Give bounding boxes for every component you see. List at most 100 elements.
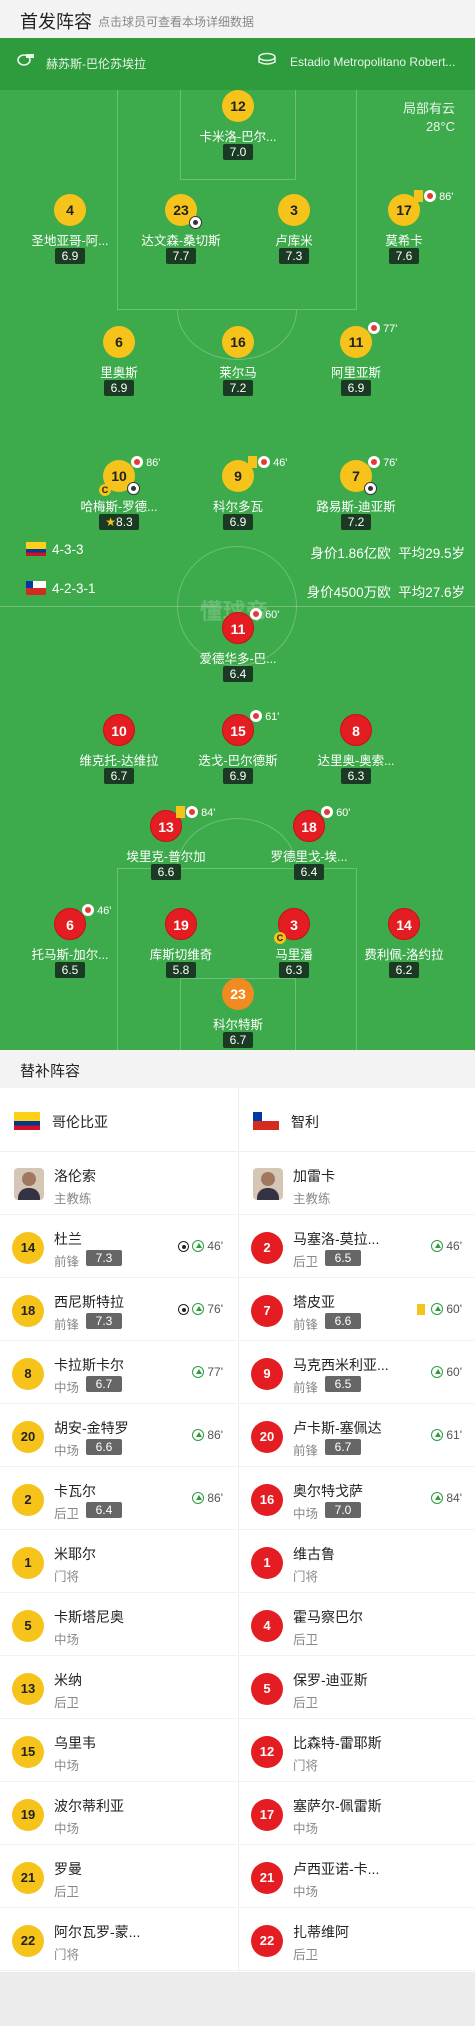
sub-number: 16: [251, 1484, 283, 1516]
home-sub-row[interactable]: 14 杜兰 前锋 7.3 46': [0, 1215, 237, 1278]
player-home-mid[interactable]: 16 莱尔马 7.2: [190, 326, 286, 416]
player-away-fwd[interactable]: 11 60' 爱德华多-巴... 6.4: [190, 608, 286, 702]
away-sub-row[interactable]: 2 马塞洛-莫拉... 后卫 6.5 46': [239, 1215, 475, 1278]
page-title: 首发阵容: [20, 12, 92, 32]
away-sub-row[interactable]: 5 保罗-迪亚斯 后卫: [239, 1656, 475, 1719]
sub-position: 中场: [293, 1885, 319, 1899]
stadium-icon: [258, 52, 276, 65]
sub-number: 5: [251, 1673, 283, 1705]
player-away-am[interactable]: 15 61' 迭戈-巴尔德斯 6.9: [190, 710, 286, 804]
sub-in-icon: [431, 1492, 444, 1504]
home-sub-row[interactable]: 13 米纳 后卫: [0, 1656, 237, 1719]
home-sub-row[interactable]: 20 胡安-金特罗 中场 6.6 86': [0, 1404, 237, 1467]
sub-rating: 6.7: [325, 1439, 361, 1455]
player-event: 77': [368, 322, 397, 336]
player-away-def[interactable]: 6 46' 托马斯-加尔... 6.5: [22, 904, 118, 998]
away-formation: 4-2-3-1: [26, 581, 96, 596]
player-number: 19: [165, 908, 197, 940]
sub-event: 46': [431, 1239, 462, 1253]
sub-number: 21: [251, 1862, 283, 1894]
player-rating: 6.9: [104, 380, 134, 396]
away-sub-row[interactable]: 12 比森特-雷耶斯 门将: [239, 1719, 475, 1782]
sub-position: 门将: [293, 1759, 319, 1773]
sub-name: 奥尔特戈萨: [293, 1483, 363, 1499]
player-event: 61': [250, 710, 279, 724]
sub-name: 塞萨尔-佩雷斯: [293, 1798, 382, 1814]
coach-avatar: [14, 1168, 44, 1200]
home-subs-column: 哥伦比亚 洛伦索 主教练 14 杜兰 前锋 7.3 46' 18 西尼斯特拉 前锋 7.3 76'…: [0, 1088, 237, 1972]
player-home-def[interactable]: 3 卢库米 7.3: [246, 194, 342, 284]
home-sub-row[interactable]: 1 米耶尔 门将: [0, 1530, 237, 1593]
player-rating: 7.3: [279, 248, 309, 264]
sub-number: 8: [12, 1358, 44, 1390]
colombia-flag-icon: [26, 542, 46, 556]
player-away-dm[interactable]: 13 84' 埃里克-普尔加 6.6: [118, 806, 215, 900]
player-home-gk[interactable]: 12 卡米洛-巴尔... 7.0: [190, 90, 286, 180]
sub-position: 中场: [54, 1633, 80, 1647]
sub-out-icon: [186, 806, 198, 818]
player-home-fwd[interactable]: 10 86' C 哈梅斯-罗德... ★8.3: [71, 456, 167, 550]
sub-name: 比森特-雷耶斯: [293, 1735, 382, 1751]
player-away-dm[interactable]: 18 60' 罗德里戈-埃... 6.4: [261, 806, 357, 900]
player-rating: 6.7: [223, 1032, 253, 1048]
away-sub-row[interactable]: 16 奥尔特戈萨 中场 7.0 84': [239, 1467, 475, 1530]
sub-name: 卢卡斯-塞佩达: [293, 1420, 382, 1436]
sub-name: 乌里韦: [54, 1735, 96, 1751]
player-home-mid[interactable]: 6 里奥斯 6.9: [71, 326, 167, 416]
sub-rating: 6.6: [86, 1439, 122, 1455]
sub-event: 86': [192, 1428, 223, 1442]
coach-role: 主教练: [293, 1192, 331, 1206]
player-away-def[interactable]: 14 费利佩-洛约拉 6.2: [356, 908, 452, 998]
home-sub-row[interactable]: 22 阿尔瓦罗-蒙... 门将: [0, 1908, 237, 1971]
away-sub-row[interactable]: 22 扎蒂维阿 后卫: [239, 1908, 475, 1971]
sub-in-icon: [192, 1240, 205, 1252]
player-event: 76': [368, 456, 397, 470]
sub-out-icon: [424, 190, 436, 202]
sub-name: 波尔蒂利亚: [54, 1798, 124, 1814]
away-sub-row[interactable]: 9 马克西米利亚... 前锋 6.5 60': [239, 1341, 475, 1404]
away-sub-row[interactable]: 21 卢西亚诺-卡... 中场: [239, 1845, 475, 1908]
sub-number: 9: [251, 1358, 283, 1390]
away-sub-row[interactable]: 17 塞萨尔-佩雷斯 中场: [239, 1782, 475, 1845]
away-coach-row[interactable]: 加雷卡 主教练: [239, 1152, 475, 1215]
away-sub-row[interactable]: 7 塔皮亚 前锋 6.6 60': [239, 1278, 475, 1341]
stadium-name: Estadio Metropolitano Robert...: [290, 55, 456, 69]
home-sub-row[interactable]: 21 罗曼 后卫: [0, 1845, 237, 1908]
sub-position: 中场: [54, 1759, 80, 1773]
home-sub-row[interactable]: 19 波尔蒂利亚 中场: [0, 1782, 237, 1845]
sub-number: 2: [12, 1484, 44, 1516]
home-sub-row[interactable]: 8 卡拉斯卡尔 中场 6.7 77': [0, 1341, 237, 1404]
away-sub-row[interactable]: 4 霍马察巴尔 后卫: [239, 1593, 475, 1656]
player-rating: 7.6: [389, 248, 419, 264]
sub-number: 13: [12, 1673, 44, 1705]
sub-name: 卢西亚诺-卡...: [293, 1861, 380, 1877]
home-coach-row[interactable]: 洛伦索 主教练: [0, 1152, 237, 1215]
player-event: 60': [321, 806, 350, 820]
player-home-mid[interactable]: 11 77' 阿里亚斯 6.9: [308, 322, 404, 416]
sub-name: 保罗-迪亚斯: [293, 1672, 368, 1688]
home-sub-row[interactable]: 15 乌里韦 中场: [0, 1719, 237, 1782]
coach-role: 主教练: [54, 1192, 92, 1206]
sub-position: 中场: [293, 1507, 319, 1521]
player-away-gk[interactable]: 23 科尔特斯 6.7: [190, 978, 286, 1050]
sub-rating: 7.3: [86, 1250, 122, 1266]
player-away-am[interactable]: 8 达里奥-奥索... 6.3: [308, 714, 404, 804]
coach-name: 洛伦索: [54, 1168, 96, 1184]
player-home-fwd[interactable]: 9 46' 科尔多瓦 6.9: [190, 456, 287, 550]
away-sub-row[interactable]: 1 维古鲁 门将: [239, 1530, 475, 1593]
player-name: 达里奥-奥索...: [317, 754, 395, 768]
player-home-def[interactable]: 4 圣地亚哥-阿... 6.9: [22, 194, 118, 284]
home-sub-row[interactable]: 2 卡瓦尔 后卫 6.4 86': [0, 1467, 237, 1530]
sub-name: 西尼斯特拉: [54, 1294, 124, 1310]
home-sub-row[interactable]: 18 西尼斯特拉 前锋 7.3 76': [0, 1278, 237, 1341]
home-sub-row[interactable]: 5 卡斯塔尼奥 中场: [0, 1593, 237, 1656]
weather-text: 局部有云: [402, 101, 455, 116]
player-number: 8: [340, 714, 372, 746]
sub-in-icon: [431, 1366, 444, 1378]
player-away-am[interactable]: 10 维克托-达维拉 6.7: [71, 714, 167, 804]
player-home-fwd[interactable]: 7 76' 路易斯-迪亚斯 7.2: [308, 456, 404, 550]
player-home-def[interactable]: 23 达文森-桑切斯 7.7: [133, 194, 229, 284]
away-sub-row[interactable]: 20 卢卡斯-塞佩达 前锋 6.7 61': [239, 1404, 475, 1467]
player-home-def[interactable]: 17 86' 莫希卡 7.6: [356, 190, 453, 284]
sub-position: 门将: [54, 1948, 80, 1962]
